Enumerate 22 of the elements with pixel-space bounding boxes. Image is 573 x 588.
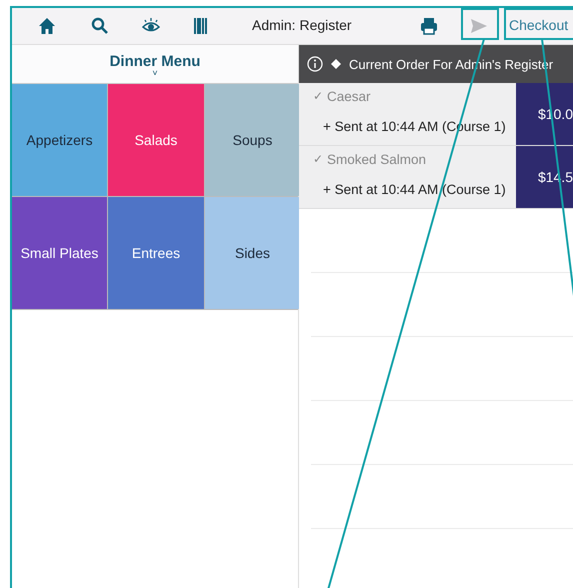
category-tile[interactable]: Appetizers xyxy=(12,84,107,196)
check-mark: ✓ xyxy=(313,89,323,105)
category-tile[interactable]: Small Plates xyxy=(12,197,107,309)
menu-title: Dinner Menu xyxy=(110,52,200,70)
info-icon[interactable] xyxy=(307,56,323,72)
expand-caret[interactable]: ˅ xyxy=(152,70,158,76)
item-name[interactable]: Smoked Salmon xyxy=(327,152,426,182)
window-title: Admin: Register xyxy=(252,17,352,33)
checkout-button[interactable]: Checkout xyxy=(506,11,572,39)
search-icon[interactable] xyxy=(91,17,109,35)
category-tile[interactable]: Sides xyxy=(205,197,300,309)
item-name[interactable]: Caesar xyxy=(327,89,371,119)
diamond-icon xyxy=(331,59,341,69)
check-mark: ✓ xyxy=(313,152,323,168)
printer-icon[interactable] xyxy=(420,17,438,35)
category-tile[interactable]: Soups xyxy=(205,84,300,196)
home-icon[interactable] xyxy=(38,17,56,35)
barcode-icon[interactable] xyxy=(194,17,208,35)
category-tile[interactable]: Entrees xyxy=(108,197,204,309)
category-tile[interactable]: Salads xyxy=(108,84,204,196)
item-note: + Sent at 10:44 AM (Course 1) xyxy=(322,182,507,197)
order-title: Current Order For Admin's Register xyxy=(349,56,554,72)
